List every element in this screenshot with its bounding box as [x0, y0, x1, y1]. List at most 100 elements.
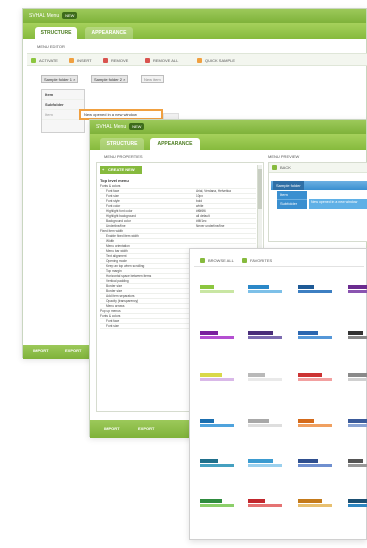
- property-name: Horizontal space between items: [106, 274, 152, 278]
- tab-structure[interactable]: STRUCTURE: [35, 27, 77, 39]
- property-name: Menu orientation: [106, 244, 130, 248]
- chip-sample-folder-2[interactable]: Sample folder 2 ×: [91, 75, 129, 83]
- theme-thumbnail[interactable]: [348, 419, 367, 429]
- property-name: Menu arrows: [106, 304, 125, 308]
- theme-label-swatch: [248, 459, 273, 463]
- theme-bar-swatch: [200, 378, 234, 381]
- theme-thumbnail[interactable]: [248, 459, 282, 469]
- theme-bar-swatch: [248, 464, 282, 467]
- theme-label-swatch: [248, 373, 265, 377]
- property-name: Width: [106, 239, 115, 243]
- tab-appearance[interactable]: APPEARANCE: [150, 138, 200, 150]
- insert-icon: [69, 58, 74, 63]
- theme-label-swatch: [298, 331, 318, 335]
- theme-thumbnail[interactable]: [298, 285, 332, 295]
- theme-thumbnail[interactable]: [298, 373, 332, 383]
- back-button[interactable]: BACK: [272, 163, 291, 172]
- preview-popup[interactable]: New opened in a new window: [309, 199, 367, 209]
- property-name: Fonts & colors: [100, 314, 121, 318]
- remove-button[interactable]: REMOVE: [103, 56, 128, 65]
- theme-thumbnail[interactable]: [248, 499, 282, 509]
- export-button[interactable]: EXPORT: [138, 423, 154, 435]
- remove-all-button[interactable]: REMOVE ALL: [145, 56, 178, 65]
- window-title: SVHAL Menu: [29, 13, 60, 19]
- theme-label-swatch: [348, 285, 367, 289]
- theme-bar-swatch: [200, 504, 234, 507]
- property-name: Font face: [106, 319, 120, 323]
- theme-thumbnail[interactable]: [200, 285, 234, 295]
- chip-new-item[interactable]: New item: [141, 75, 164, 83]
- property-name: Add item separators: [106, 294, 135, 298]
- window-title: SVHAL Menu: [96, 124, 127, 130]
- property-name: Font face: [106, 189, 120, 193]
- property-name: Enable fixed item width: [106, 234, 139, 238]
- theme-gallery-window: BROWSE ALL FAVORITES: [189, 248, 367, 540]
- property-name: Underline/line: [106, 224, 126, 228]
- star-icon: [242, 258, 247, 263]
- theme-label-swatch: [298, 285, 314, 289]
- theme-label-swatch: [200, 373, 222, 377]
- theme-thumbnail[interactable]: [298, 499, 332, 509]
- scrollbar-thumb[interactable]: [258, 169, 262, 209]
- theme-label-swatch: [298, 499, 322, 503]
- quick-sample-button[interactable]: QUICK SAMPLE: [197, 56, 235, 65]
- list-item[interactable]: Item: [42, 90, 84, 100]
- theme-thumbnail[interactable]: [200, 459, 234, 469]
- theme-thumbnail[interactable]: [298, 459, 332, 469]
- theme-label-swatch: [348, 459, 363, 463]
- theme-thumbnail[interactable]: [298, 419, 332, 429]
- theme-thumbnail[interactable]: [200, 373, 234, 383]
- theme-bar-swatch: [348, 504, 367, 507]
- theme-thumbnail[interactable]: [200, 419, 234, 429]
- property-name: Opening mode: [106, 259, 127, 263]
- property-name: Font size: [106, 194, 119, 198]
- preview-dropdown: Item Subfolder: [277, 191, 307, 209]
- chip-sample-folder-1[interactable]: Sample folder 1 ×: [41, 75, 79, 83]
- theme-thumbnail[interactable]: [248, 373, 282, 383]
- theme-bar-swatch: [348, 336, 367, 339]
- import-button[interactable]: IMPORT: [104, 423, 120, 435]
- back-arrow-icon: [272, 165, 277, 170]
- theme-thumbnail[interactable]: [348, 373, 367, 383]
- theme-thumbnail[interactable]: [200, 499, 234, 509]
- theme-bar-swatch: [298, 336, 332, 339]
- import-button[interactable]: IMPORT: [33, 345, 49, 357]
- tab-structure[interactable]: STRUCTURE: [100, 138, 144, 150]
- theme-thumbnail[interactable]: [248, 419, 282, 429]
- preview-dropdown-item[interactable]: Item: [277, 191, 307, 200]
- property-name: Vertical padding: [106, 279, 129, 283]
- preview-toolbar: BACK: [269, 163, 367, 173]
- browse-all-button[interactable]: BROWSE ALL: [200, 256, 234, 265]
- window-title-bar: SVHAL Menu NEW: [23, 9, 366, 23]
- top-level-label: Top level menu: [100, 178, 129, 183]
- preview-panel: BACK Sample folder Item Subfolder New op…: [268, 162, 367, 242]
- theme-thumbnail[interactable]: [348, 459, 367, 469]
- favorites-button[interactable]: FAVORITES: [242, 256, 272, 265]
- preview-dropdown-item[interactable]: Subfolder: [277, 200, 307, 208]
- theme-label-swatch: [348, 373, 367, 377]
- property-name: Border size: [106, 289, 123, 293]
- property-name: Font size: [106, 324, 119, 328]
- remove-all-icon: [145, 58, 150, 63]
- theme-thumbnail[interactable]: [248, 285, 282, 295]
- activate-button[interactable]: ACTIVATE: [31, 56, 58, 65]
- theme-thumbnail[interactable]: [348, 331, 367, 341]
- editor-toolbar: ACTIVATE INSERT REMOVE REMOVE ALL QUICK …: [27, 53, 367, 66]
- create-new-button[interactable]: + CREATE NEW: [100, 166, 142, 174]
- export-button[interactable]: EXPORT: [65, 345, 81, 357]
- insert-button[interactable]: INSERT: [69, 56, 92, 65]
- tab-appearance[interactable]: APPEARANCE: [85, 27, 133, 39]
- theme-thumbnail[interactable]: [298, 331, 332, 341]
- theme-thumbnail[interactable]: [348, 285, 367, 295]
- theme-thumbnail[interactable]: [348, 499, 367, 509]
- theme-bar-swatch: [200, 290, 234, 293]
- theme-thumbnail[interactable]: [200, 331, 234, 341]
- new-badge: NEW: [62, 12, 78, 20]
- theme-bar-swatch: [200, 336, 234, 339]
- theme-bar-swatch: [298, 504, 332, 507]
- theme-thumbnail[interactable]: [248, 331, 282, 341]
- list-item[interactable]: Subfolder: [42, 100, 84, 110]
- theme-label-swatch: [298, 419, 314, 423]
- preview-menu-item[interactable]: Sample folder: [273, 181, 304, 190]
- list-item[interactable]: Item: [42, 110, 84, 120]
